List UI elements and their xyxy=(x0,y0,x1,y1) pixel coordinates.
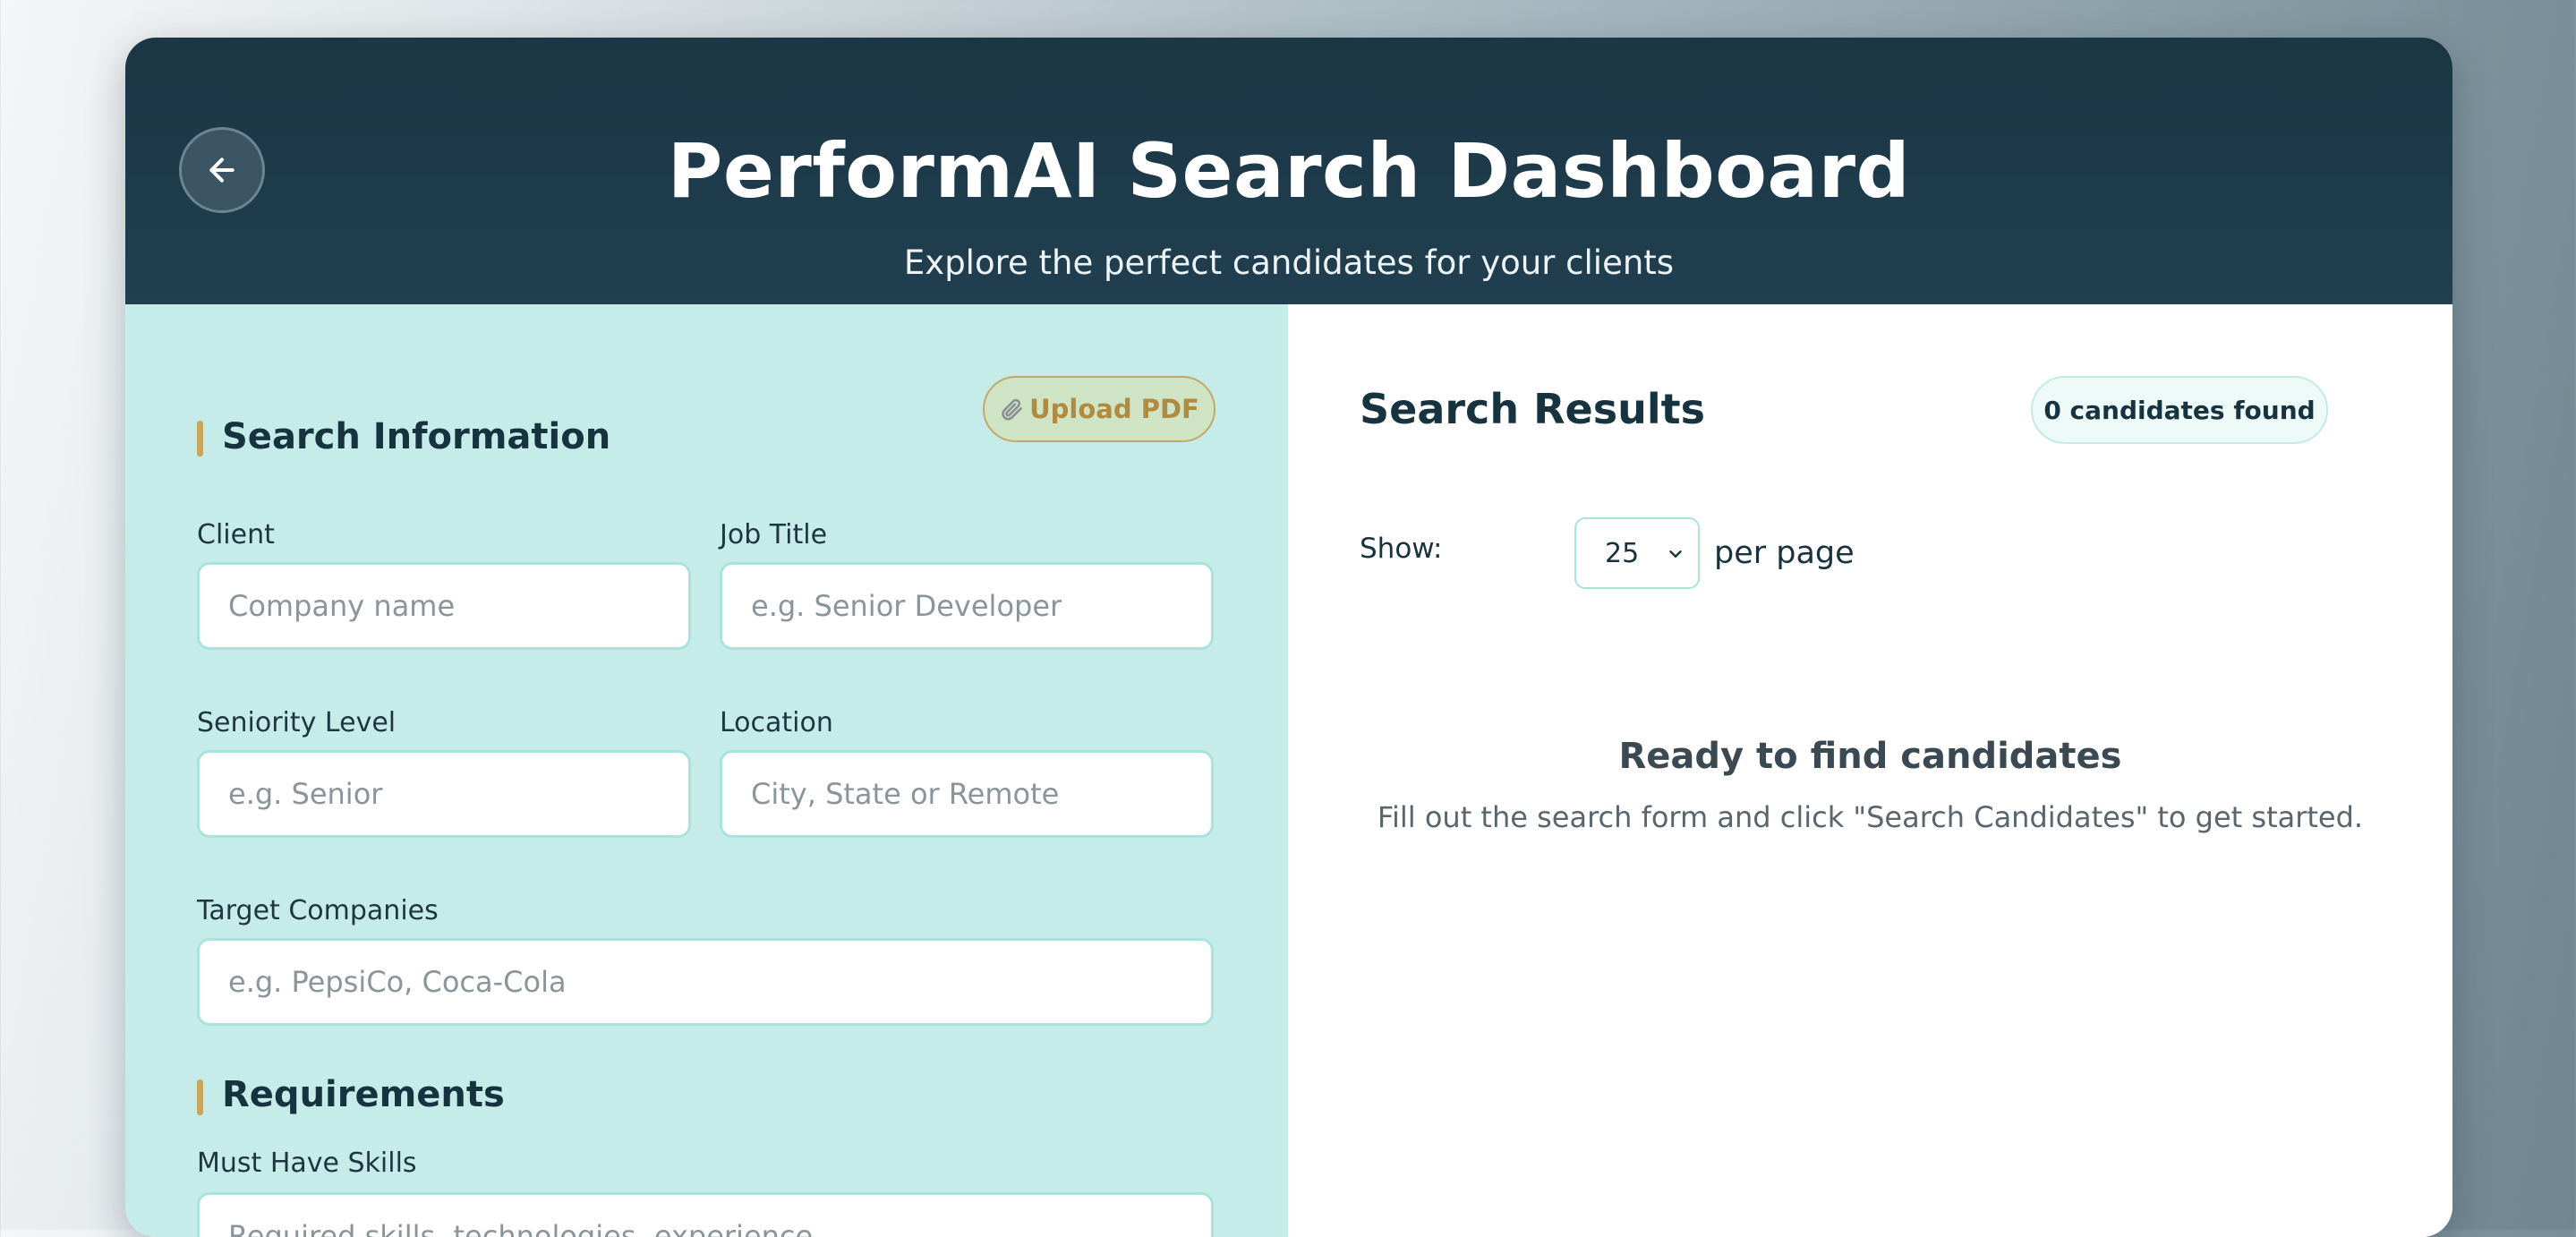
location-input[interactable] xyxy=(720,750,1214,838)
header: PerformAI Search Dashboard Explore the p… xyxy=(125,38,2452,304)
empty-state-title: Ready to find candidates xyxy=(1618,736,2122,777)
chevron-down-icon xyxy=(1669,550,1682,558)
search-results-heading: Search Results xyxy=(1360,385,1705,433)
target-companies-input[interactable] xyxy=(197,938,1214,1026)
search-information-heading: Search Information xyxy=(222,416,611,457)
paperclip-icon xyxy=(1002,398,1022,421)
requirements-heading: Requirements xyxy=(222,1074,505,1115)
show-label: Show: xyxy=(1360,533,1443,565)
page-subtitle: Explore the perfect candidates for your … xyxy=(903,243,1675,282)
upload-pdf-button[interactable]: Upload PDF xyxy=(983,376,1215,442)
job-title-label: Job Title xyxy=(720,519,828,550)
page-title: PerformAI Search Dashboard xyxy=(667,127,1911,215)
location-label: Location xyxy=(720,707,833,738)
client-input[interactable] xyxy=(197,562,691,650)
per-page-select[interactable]: 25 xyxy=(1574,517,1700,589)
upload-pdf-label: Upload PDF xyxy=(1029,394,1199,424)
section-accent-bar xyxy=(197,1079,203,1115)
dashboard-card: PerformAI Search Dashboard Explore the p… xyxy=(125,38,2452,1237)
candidates-count-badge: 0 candidates found xyxy=(2031,376,2328,444)
section-accent-bar xyxy=(197,421,203,456)
seniority-label: Seniority Level xyxy=(197,707,397,738)
must-have-skills-label: Must Have Skills xyxy=(197,1147,417,1179)
seniority-input[interactable] xyxy=(197,750,691,838)
per-page-value: 25 xyxy=(1605,537,1640,569)
client-label: Client xyxy=(197,519,275,550)
empty-state-text: Fill out the search form and click "Sear… xyxy=(1377,800,2364,834)
search-results-panel: Search Results 0 candidates found Show: … xyxy=(1288,304,2452,1237)
job-title-input[interactable] xyxy=(720,562,1214,650)
per-page-label: per page xyxy=(1714,535,1855,571)
must-have-skills-input[interactable] xyxy=(197,1192,1214,1237)
target-companies-label: Target Companies xyxy=(197,895,439,926)
search-form-panel: Search Information Upload PDF Client Job… xyxy=(125,304,1288,1237)
